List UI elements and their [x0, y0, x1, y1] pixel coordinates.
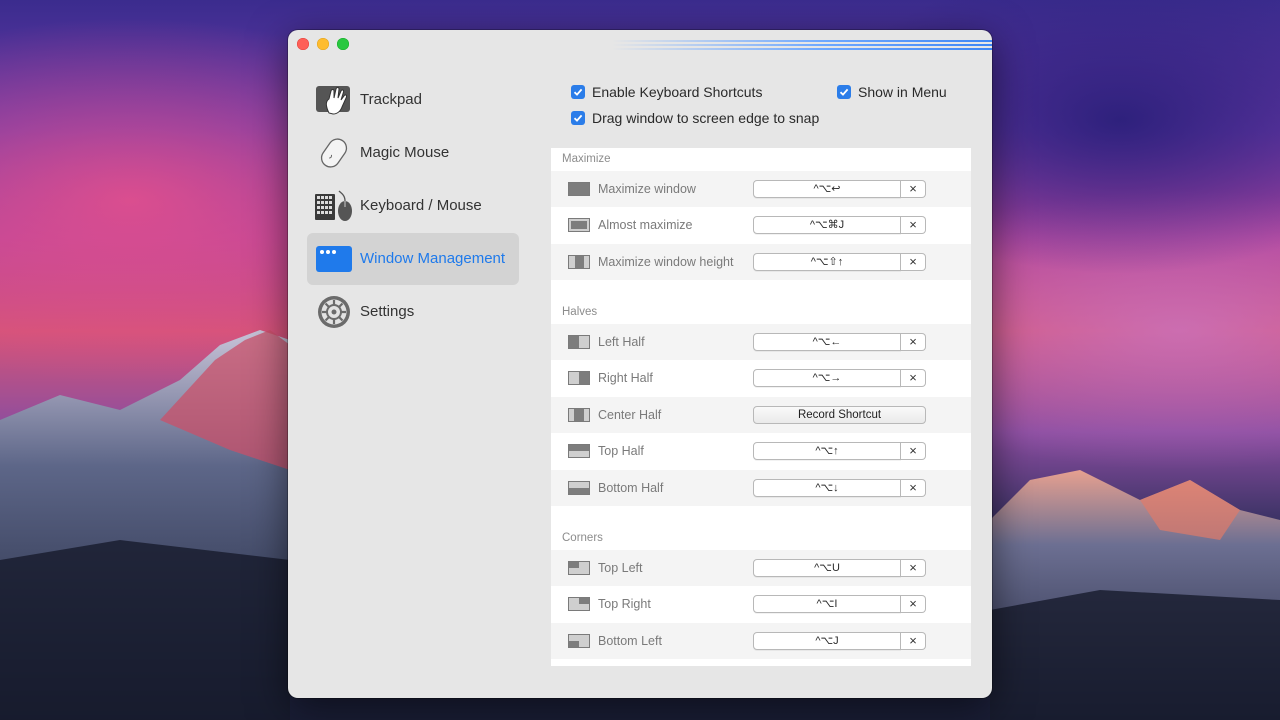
shortcut-field[interactable]: ^⌥↑	[753, 442, 901, 460]
keyboard-mouse-icon	[315, 190, 352, 221]
clear-shortcut-button[interactable]: ×	[901, 369, 926, 387]
sidebar-item-window-management[interactable]: Window Management	[307, 233, 519, 285]
shortcut-field[interactable]: ^⌥←	[753, 333, 901, 351]
top-right-icon	[568, 597, 590, 611]
shortcut-row: Top Half ^⌥↑ ×	[551, 433, 971, 469]
clear-shortcut-button[interactable]: ×	[901, 442, 926, 460]
minimize-window-button[interactable]	[317, 38, 329, 50]
shortcut-field[interactable]: ^⌥⇧↑	[753, 253, 901, 271]
sidebar-item-label: Trackpad	[360, 91, 422, 108]
shortcut-row: Right Half ^⌥→ ×	[551, 360, 971, 396]
shortcut-row: Maximize window height ^⌥⇧↑ ×	[551, 244, 971, 280]
sidebar-item-keyboard-mouse[interactable]: Keyboard / Mouse	[307, 180, 519, 232]
top-left-icon	[568, 561, 590, 575]
sidebar: Trackpad Magic Mouse Keyboard / Mouse Wi…	[307, 74, 519, 339]
row-label: Maximize window height	[598, 255, 734, 269]
row-label: Top Right	[598, 597, 651, 611]
row-label: Bottom Left	[598, 634, 662, 648]
titlebar	[288, 30, 992, 58]
record-shortcut-button[interactable]: Record Shortcut	[753, 406, 926, 424]
almost-maximize-icon	[568, 218, 590, 232]
shortcut-field[interactable]: ^⌥I	[753, 595, 901, 613]
row-label: Bottom Half	[598, 481, 664, 495]
shortcut-field[interactable]: ^⌥↓	[753, 479, 901, 497]
sidebar-item-magic-mouse[interactable]: Magic Mouse	[307, 127, 519, 179]
show-in-menu-label: Show in Menu	[858, 84, 947, 100]
row-label: Left Half	[598, 335, 645, 349]
row-label: Almost maximize	[598, 218, 693, 232]
settings-window: Trackpad Magic Mouse Keyboard / Mouse Wi…	[288, 30, 992, 698]
clear-shortcut-button[interactable]: ×	[901, 559, 926, 577]
drag-snap-checkbox[interactable]: Drag window to screen edge to snap	[571, 110, 819, 126]
section-title-maximize: Maximize	[562, 153, 611, 165]
sidebar-item-label: Window Management	[360, 250, 506, 267]
sidebar-item-label: Settings	[360, 303, 415, 320]
checkmark-icon	[571, 111, 585, 125]
right-half-icon	[568, 371, 590, 385]
row-label: Top Left	[598, 561, 643, 575]
center-half-icon	[568, 408, 590, 422]
clear-shortcut-button[interactable]: ×	[901, 216, 926, 234]
bottom-left-icon	[568, 634, 590, 648]
enable-keyboard-shortcuts-label: Enable Keyboard Shortcuts	[592, 84, 763, 100]
checkmark-icon	[571, 85, 585, 99]
gear-icon	[318, 296, 350, 328]
clear-shortcut-button[interactable]: ×	[901, 180, 926, 198]
sidebar-item-settings[interactable]: Settings	[307, 286, 519, 338]
row-label: Maximize window	[598, 182, 696, 196]
clear-shortcut-button[interactable]: ×	[901, 333, 926, 351]
clear-shortcut-button[interactable]: ×	[901, 253, 926, 271]
row-label: Top Half	[598, 444, 644, 458]
shortcut-field[interactable]: ^⌥↩	[753, 180, 901, 198]
shortcut-field[interactable]: ^⌥⌘J	[753, 216, 901, 234]
row-label: Right Half	[598, 371, 653, 385]
section-title-corners: Corners	[562, 532, 603, 544]
window-management-icon	[316, 246, 352, 272]
enable-keyboard-shortcuts-checkbox[interactable]: Enable Keyboard Shortcuts	[571, 84, 762, 100]
shortcut-row: Maximize window ^⌥↩ ×	[551, 171, 971, 207]
row-label: Center Half	[598, 408, 662, 422]
shortcut-field[interactable]: ^⌥→	[753, 369, 901, 387]
shortcut-row: Bottom Half ^⌥↓ ×	[551, 470, 971, 506]
shortcut-row: Bottom Left ^⌥J ×	[551, 623, 971, 659]
trackpad-hand-icon	[316, 86, 350, 115]
shortcut-field[interactable]: ^⌥U	[753, 559, 901, 577]
shortcut-row: Top Right ^⌥I ×	[551, 586, 971, 622]
titlebar-decoration	[612, 40, 992, 54]
top-half-icon	[568, 444, 590, 458]
show-in-menu-checkbox[interactable]: Show in Menu	[837, 84, 947, 100]
clear-shortcut-button[interactable]: ×	[901, 595, 926, 613]
shortcut-row: Center Half Record Shortcut	[551, 397, 971, 433]
clear-shortcut-button[interactable]: ×	[901, 479, 926, 497]
maximize-icon	[568, 182, 590, 196]
bottom-half-icon	[568, 481, 590, 495]
checkmark-icon	[837, 85, 851, 99]
maximize-height-icon	[568, 255, 590, 269]
close-window-button[interactable]	[297, 38, 309, 50]
magic-mouse-icon	[320, 138, 348, 168]
shortcuts-panel: Maximize Maximize window ^⌥↩ × Almost ma…	[551, 148, 971, 666]
shortcut-row: Top Left ^⌥U ×	[551, 550, 971, 586]
section-title-halves: Halves	[562, 306, 598, 318]
shortcut-row: Almost maximize ^⌥⌘J ×	[551, 207, 971, 243]
sidebar-item-label: Keyboard / Mouse	[360, 197, 482, 214]
left-half-icon	[568, 335, 590, 349]
sidebar-item-label: Magic Mouse	[360, 144, 450, 161]
zoom-window-button[interactable]	[337, 38, 349, 50]
shortcut-row: Left Half ^⌥← ×	[551, 324, 971, 360]
sidebar-item-trackpad[interactable]: Trackpad	[307, 74, 519, 126]
shortcut-field[interactable]: ^⌥J	[753, 632, 901, 650]
clear-shortcut-button[interactable]: ×	[901, 632, 926, 650]
drag-snap-label: Drag window to screen edge to snap	[592, 110, 820, 126]
